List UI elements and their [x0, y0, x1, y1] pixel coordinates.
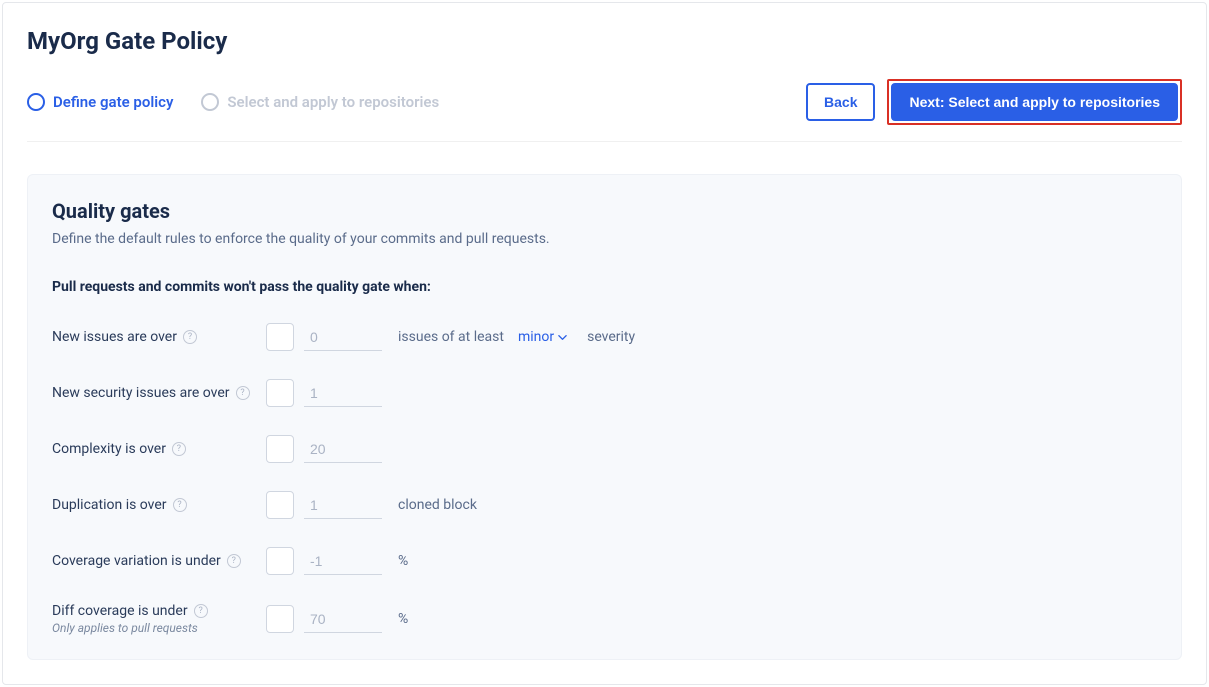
chevron-down-icon — [558, 333, 567, 342]
back-button[interactable]: Back — [806, 83, 875, 121]
radio-icon — [27, 93, 45, 111]
rule-threshold-input[interactable] — [304, 491, 382, 519]
page-container: MyOrg Gate Policy Define gate policy Sel… — [2, 2, 1207, 685]
rule-threshold-input[interactable] — [304, 379, 382, 407]
help-icon[interactable]: ? — [173, 498, 187, 512]
step-define-gate-policy[interactable]: Define gate policy — [27, 93, 173, 111]
rule-label: New security issues are over — [52, 385, 230, 401]
rule-label: Diff coverage is under — [52, 603, 188, 619]
suffix-text: issues of at least — [398, 329, 504, 345]
rule-new-issues: New issues are over ? issues of at least… — [52, 323, 1157, 351]
rule-threshold-input[interactable] — [304, 435, 382, 463]
page-title: MyOrg Gate Policy — [27, 27, 1182, 55]
suffix-text: severity — [587, 329, 635, 345]
panel-title: Quality gates — [52, 199, 1157, 223]
step-select-apply-repos[interactable]: Select and apply to repositories — [201, 93, 439, 111]
rule-label: New issues are over — [52, 329, 177, 345]
rule-label: Coverage variation is under — [52, 553, 221, 569]
rule-checkbox[interactable] — [266, 435, 294, 463]
help-icon[interactable]: ? — [227, 554, 241, 568]
suffix-text: % — [398, 611, 408, 627]
help-icon[interactable]: ? — [236, 386, 250, 400]
rule-duplication: Duplication is over ? cloned block — [52, 491, 1157, 519]
rule-checkbox[interactable] — [266, 323, 294, 351]
rule-threshold-input[interactable] — [304, 323, 382, 351]
quality-gates-panel: Quality gates Define the default rules t… — [27, 174, 1182, 660]
rule-new-security-issues: New security issues are over ? — [52, 379, 1157, 407]
suffix-text: % — [398, 553, 408, 569]
rule-label: Complexity is over — [52, 441, 166, 457]
suffix-text: cloned block — [398, 497, 477, 513]
rule-coverage-variation: Coverage variation is under ? % — [52, 547, 1157, 575]
radio-icon — [201, 93, 219, 111]
rule-complexity: Complexity is over ? — [52, 435, 1157, 463]
rule-label: Duplication is over — [52, 497, 167, 513]
rules-heading: Pull requests and commits won't pass the… — [52, 279, 1157, 295]
rule-note: Only applies to pull requests — [52, 621, 266, 635]
help-icon[interactable]: ? — [194, 604, 208, 618]
toolbar: Define gate policy Select and apply to r… — [27, 79, 1182, 142]
help-icon[interactable]: ? — [183, 330, 197, 344]
next-button[interactable]: Next: Select and apply to repositories — [891, 83, 1178, 121]
rule-threshold-input[interactable] — [304, 547, 382, 575]
rule-checkbox[interactable] — [266, 547, 294, 575]
rule-checkbox[interactable] — [266, 491, 294, 519]
highlight-next-button: Next: Select and apply to repositories — [887, 79, 1182, 125]
help-icon[interactable]: ? — [172, 442, 186, 456]
rule-diff-coverage: Diff coverage is under ? Only applies to… — [52, 603, 1157, 635]
step-label: Select and apply to repositories — [227, 93, 439, 111]
rule-threshold-input[interactable] — [304, 605, 382, 633]
wizard-steps: Define gate policy Select and apply to r… — [27, 93, 439, 111]
rule-checkbox[interactable] — [266, 605, 294, 633]
panel-description: Define the default rules to enforce the … — [52, 231, 1157, 247]
toolbar-actions: Back Next: Select and apply to repositor… — [806, 79, 1182, 125]
step-label: Define gate policy — [53, 93, 173, 111]
rule-checkbox[interactable] — [266, 379, 294, 407]
select-value: minor — [518, 329, 554, 345]
severity-select[interactable]: minor — [518, 329, 567, 345]
